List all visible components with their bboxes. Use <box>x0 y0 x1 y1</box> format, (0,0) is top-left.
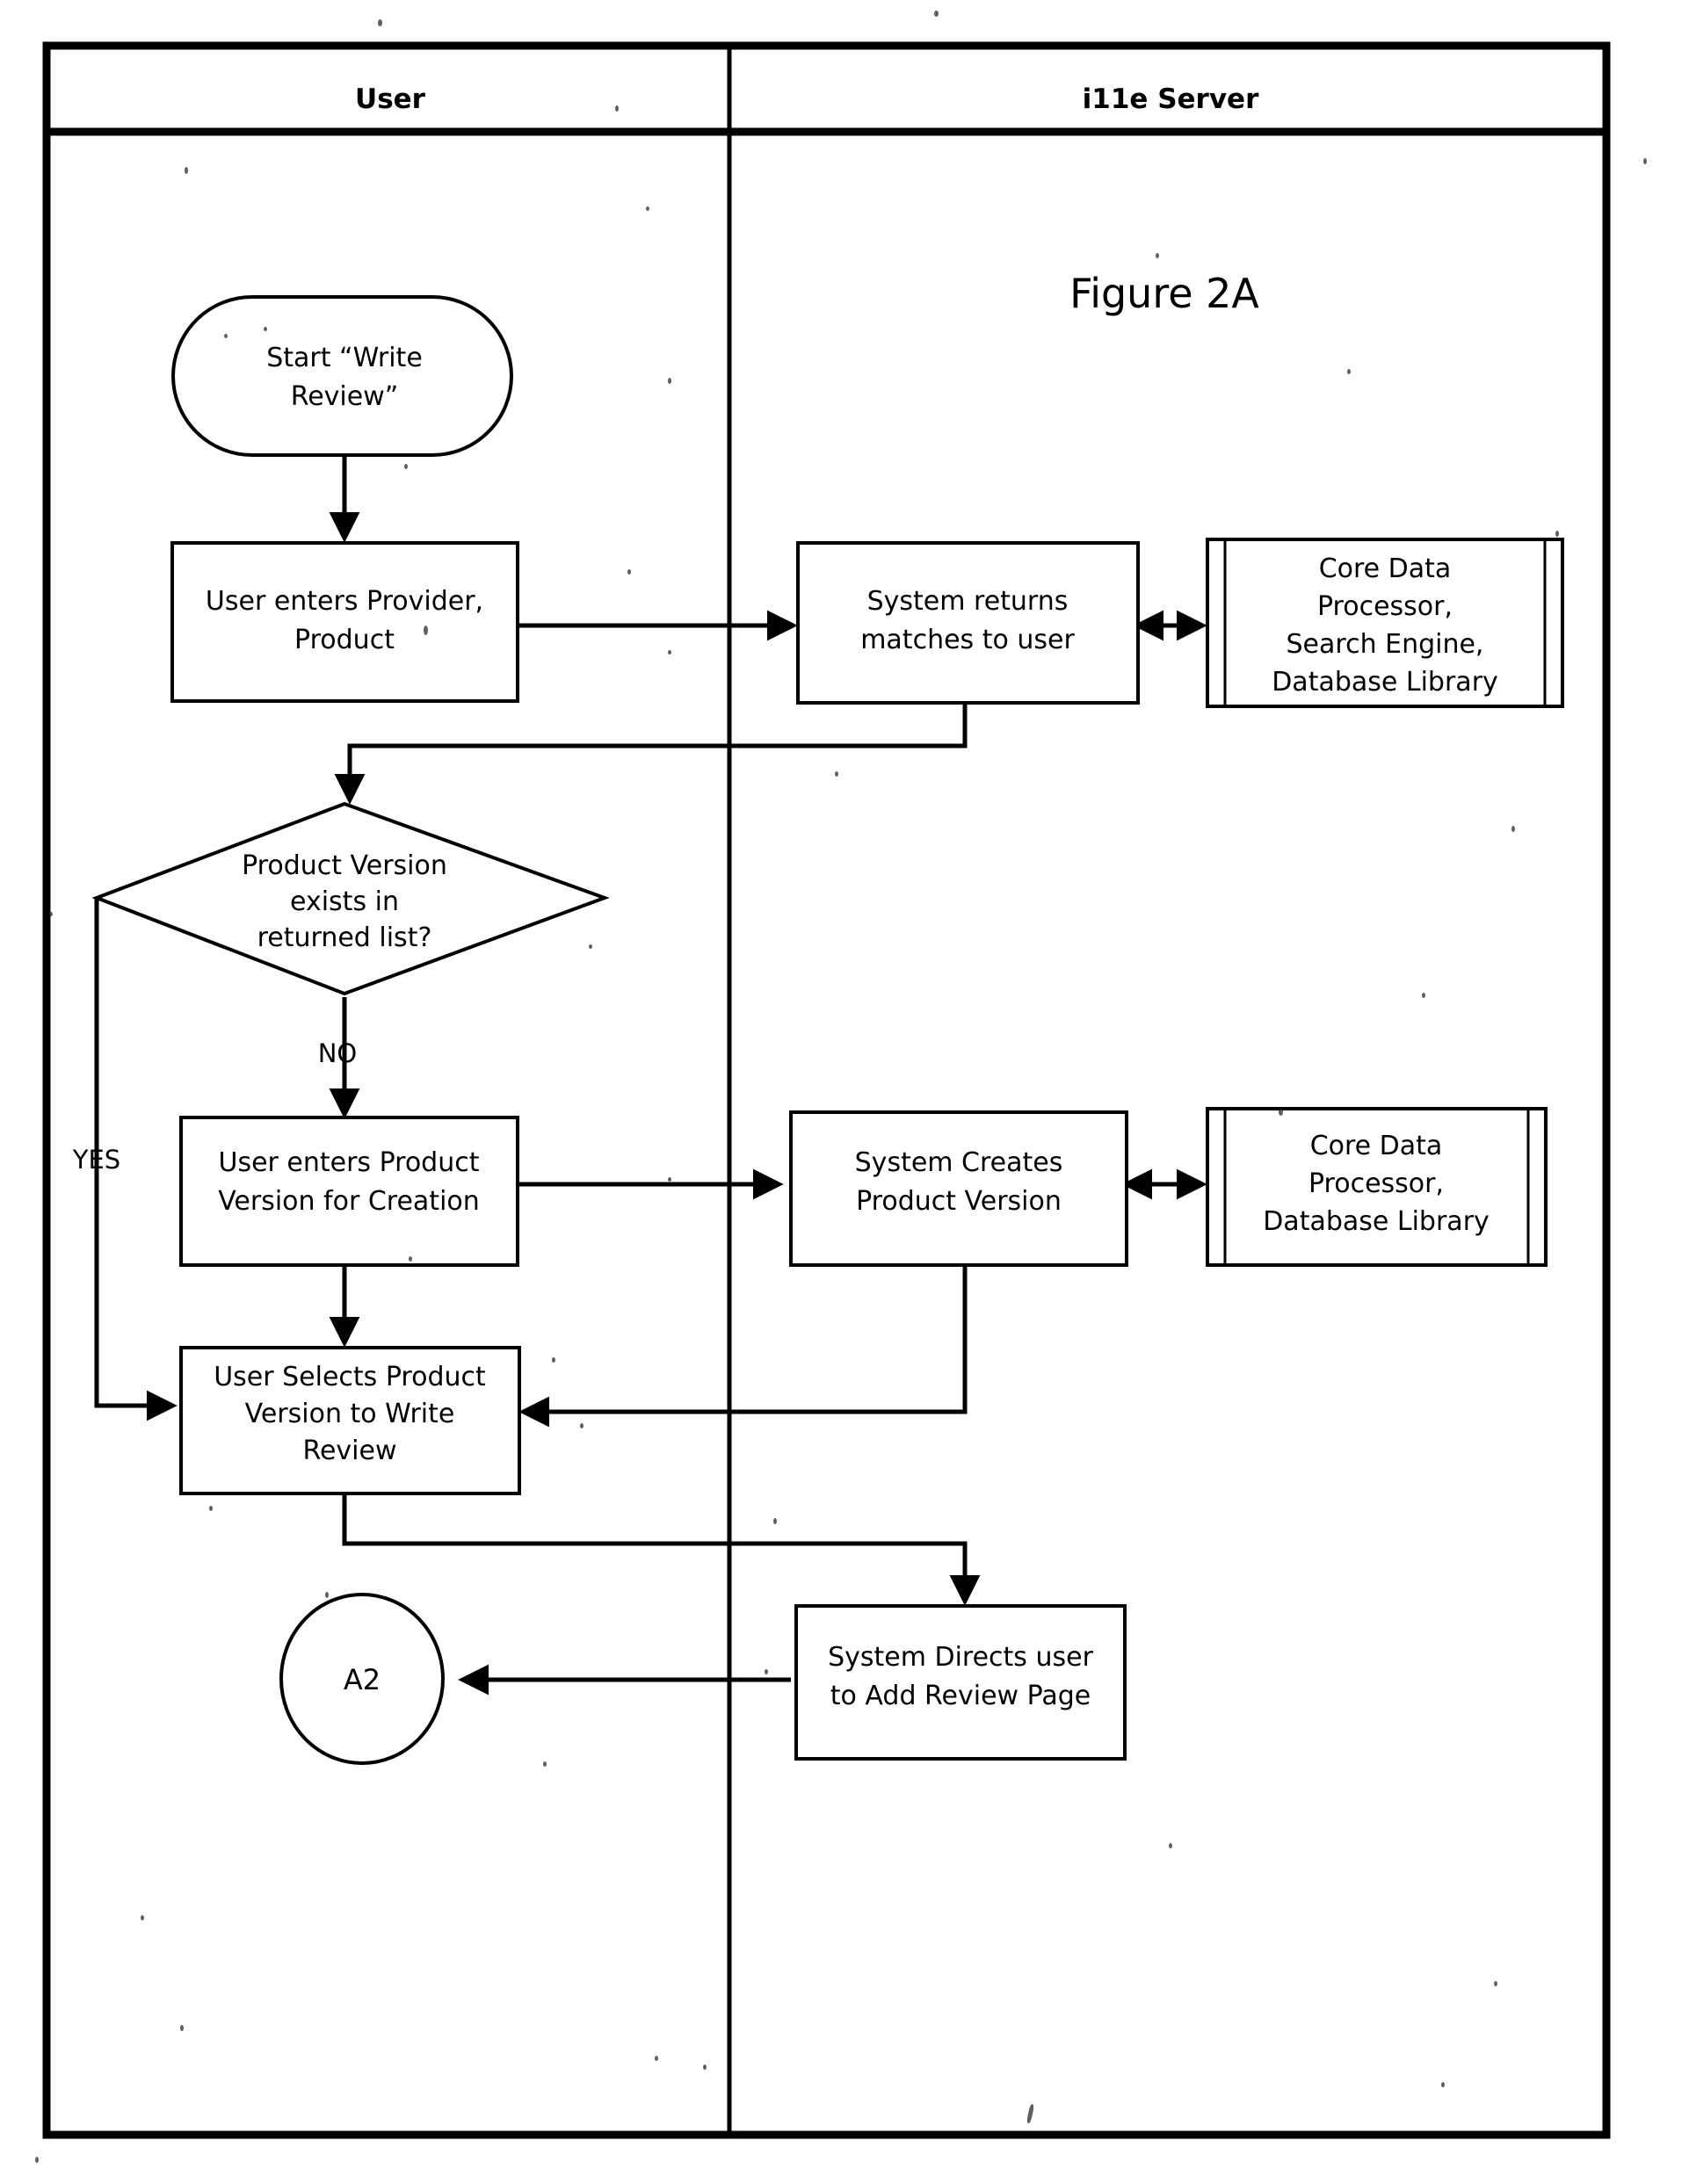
scan-speck <box>1555 531 1559 537</box>
node-enter-provider[interactable]: User enters Provider, Product <box>170 541 519 703</box>
scan-speck <box>180 2025 184 2031</box>
scan-speck <box>209 1506 213 1511</box>
scan-speck <box>1494 1981 1497 1986</box>
enter-provider-line-1: User enters Provider, <box>206 586 483 617</box>
version-exists-line-3: returned list? <box>257 922 432 953</box>
scan-speck <box>552 1357 555 1363</box>
start-terminator-shape <box>171 295 513 457</box>
scan-speck <box>1156 253 1159 258</box>
core-data-1-line-1: Core Data <box>1319 553 1452 584</box>
node-start[interactable]: Start “Write Review” <box>171 295 513 457</box>
connector-a2-label: A2 <box>344 1663 381 1696</box>
enter-version-line-1: User enters Product <box>218 1147 479 1178</box>
patent-figure-page: User i11e Server Figure 2A Start “Write … <box>0 0 1689 2184</box>
scan-speck <box>49 912 53 916</box>
scan-speck <box>185 167 188 174</box>
system-directs-line-2: to Add Review Page <box>830 1681 1091 1711</box>
enter-provider-line-2: Product <box>294 625 395 655</box>
system-creates-line-1: System Creates <box>855 1147 1063 1178</box>
scan-speck <box>627 569 631 575</box>
node-system-creates[interactable]: System Creates Product Version <box>789 1110 1128 1267</box>
scan-speck <box>264 327 267 331</box>
system-returns-shape <box>796 541 1140 705</box>
edge-system-returns-to-decision <box>334 703 968 805</box>
node-core-data-1[interactable]: Core Data Processor, Search Engine, Data… <box>1206 538 1564 708</box>
core-data-1-line-4: Database Library <box>1272 667 1498 698</box>
flowchart-canvas: User i11e Server Figure 2A Start “Write … <box>42 41 1611 2139</box>
select-version-line-2: Version to Write <box>245 1399 455 1429</box>
start-line-1: Start “Write <box>266 343 423 373</box>
lane-label-server: i11e Server <box>1083 83 1259 115</box>
edge-label-yes: YES <box>72 1145 120 1175</box>
scan-speck <box>1279 1109 1283 1116</box>
scan-speck <box>765 1669 768 1674</box>
scan-speck <box>580 1423 584 1428</box>
select-version-line-1: User Selects Product <box>214 1362 486 1392</box>
enter-provider-shape <box>170 541 519 703</box>
scan-speck <box>934 11 939 17</box>
node-system-returns[interactable]: System returns matches to user <box>796 541 1140 705</box>
lane-header-user: User <box>355 83 426 115</box>
scan-speck <box>668 1177 671 1182</box>
scan-speck <box>543 1761 547 1767</box>
core-data-1-line-3: Search Engine, <box>1287 629 1484 660</box>
scan-speck <box>1511 826 1515 832</box>
lane-label-user: User <box>355 83 426 115</box>
system-returns-line-2: matches to user <box>860 625 1075 655</box>
scan-speck <box>35 2157 39 2163</box>
scan-speck <box>646 206 649 211</box>
scan-speck <box>1441 2082 1445 2087</box>
core-data-1-line-2: Processor, <box>1317 591 1453 622</box>
start-line-2: Review” <box>291 381 399 412</box>
node-connector-a2[interactable]: A2 <box>279 1593 445 1765</box>
edge-system-creates-to-select-version <box>518 1262 968 1428</box>
lane-header-server: i11e Server <box>1083 83 1259 115</box>
edge-select-version-to-system-directs <box>342 1493 981 1606</box>
select-version-line-3: Review <box>302 1436 396 1466</box>
scan-speck <box>1422 993 1425 998</box>
scan-speck <box>224 334 228 338</box>
core-data-2-line-1: Core Data <box>1310 1131 1443 1161</box>
scan-speck <box>655 2056 658 2061</box>
scan-speck <box>325 1592 329 1598</box>
scan-speck <box>668 650 671 654</box>
scan-speck <box>424 626 428 635</box>
scan-speck <box>1169 1843 1172 1848</box>
version-exists-line-2: exists in <box>290 886 399 917</box>
scan-speck <box>703 2065 707 2070</box>
node-version-exists-decision[interactable]: Product Version exists in returned list? <box>91 801 610 996</box>
system-returns-line-1: System returns <box>867 586 1069 617</box>
scan-speck <box>141 1915 144 1920</box>
scan-speck <box>773 1518 777 1524</box>
version-exists-line-1: Product Version <box>242 850 447 881</box>
scan-speck <box>589 944 592 949</box>
scan-speck <box>409 1256 412 1262</box>
system-directs-line-1: System Directs user <box>828 1642 1093 1673</box>
scan-speck <box>835 771 838 777</box>
scan-speck <box>1347 369 1351 374</box>
node-enter-version[interactable]: User enters Product Version for Creation <box>179 1116 519 1267</box>
node-core-data-2[interactable]: Core Data Processor, Database Library <box>1206 1107 1548 1267</box>
core-data-2-line-3: Database Library <box>1263 1206 1490 1237</box>
enter-version-line-2: Version for Creation <box>218 1186 480 1217</box>
node-select-version[interactable]: User Selects Product Version to Write Re… <box>179 1346 521 1495</box>
scan-speck <box>615 105 619 112</box>
scan-speck <box>668 378 671 384</box>
node-system-directs[interactable]: System Directs user to Add Review Page <box>794 1604 1127 1761</box>
scan-speck <box>378 19 382 26</box>
edge-label-no: NO <box>318 1038 358 1068</box>
scan-speck <box>1643 158 1647 164</box>
figure-title: Figure 2A <box>1069 270 1259 317</box>
scan-speck <box>404 464 408 469</box>
system-creates-line-2: Product Version <box>856 1186 1062 1217</box>
core-data-2-line-2: Processor, <box>1308 1168 1444 1199</box>
